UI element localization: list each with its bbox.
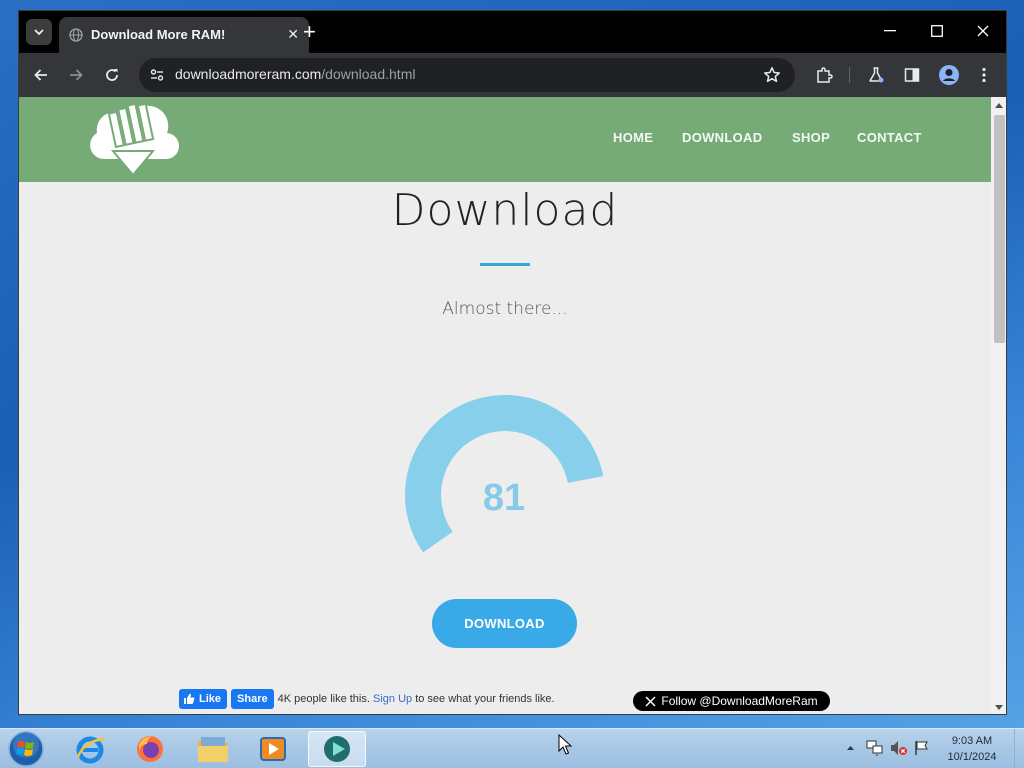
network-icon[interactable]	[866, 740, 884, 756]
globe-icon	[69, 28, 83, 42]
arrow-right-icon	[70, 69, 83, 81]
tab-strip: Download More RAM! ✕ +	[19, 11, 1006, 53]
taskbar: 9:03 AM 10/1/2024	[0, 728, 1024, 768]
facebook-signup-link[interactable]: Sign Up	[373, 693, 412, 705]
x-follow-button[interactable]: Follow @DownloadMoreRam	[633, 691, 830, 711]
profile-button[interactable]	[937, 63, 961, 87]
status-subtitle: Almost there...	[442, 299, 568, 319]
site-header: HOME DOWNLOAD SHOP CONTACT	[19, 97, 991, 182]
facebook-like-button[interactable]: Like	[179, 689, 228, 709]
page-title: Download	[391, 185, 619, 236]
new-tab-button[interactable]: +	[303, 19, 316, 45]
tab-search-button[interactable]	[26, 19, 52, 45]
taskbar-media-player[interactable]	[246, 731, 300, 767]
close-icon	[977, 25, 989, 37]
facebook-like-bar: Like Share 4K people like this. Sign Up …	[179, 689, 555, 709]
facebook-like-text: 4K people like this. Sign Up to see what…	[278, 693, 555, 705]
nav-contact[interactable]: CONTACT	[857, 130, 922, 145]
start-button[interactable]	[6, 730, 46, 768]
reload-icon	[106, 69, 118, 81]
site-info-icon[interactable]	[149, 67, 165, 83]
extensions-button[interactable]	[814, 65, 834, 85]
minimize-icon	[884, 30, 896, 32]
scroll-thumb[interactable]	[994, 115, 1005, 343]
address-bar[interactable]: downloadmoreram.com/download.html	[139, 58, 795, 92]
bookmark-star-icon[interactable]	[763, 66, 781, 84]
url-path: /download.html	[321, 66, 416, 82]
browser-toolbar: downloadmoreram.com/download.html	[19, 53, 1006, 97]
page-scrollbar[interactable]	[991, 97, 1006, 714]
nav-home[interactable]: HOME	[613, 130, 653, 145]
facebook-share-button[interactable]: Share	[231, 689, 274, 709]
url-text: downloadmoreram.com/download.html	[175, 66, 415, 82]
mouse-cursor-icon	[558, 734, 572, 755]
title-underline	[480, 263, 530, 266]
maximize-icon	[931, 25, 943, 37]
clock-date: 10/1/2024	[947, 751, 997, 763]
nav-download[interactable]: DOWNLOAD	[682, 130, 762, 145]
scroll-up-arrow-icon[interactable]	[995, 103, 1003, 108]
show-desktop-button[interactable]	[1014, 729, 1024, 768]
action-center-flag-icon[interactable]	[914, 740, 930, 756]
back-button[interactable]	[31, 65, 51, 85]
active-app-icon	[324, 736, 350, 762]
taskbar-active-app[interactable]	[308, 731, 366, 767]
download-button[interactable]: DOWNLOAD	[432, 599, 577, 648]
arrow-left-icon	[34, 69, 47, 81]
tray-overflow-arrow-icon[interactable]	[846, 745, 855, 751]
forward-button[interactable]	[66, 65, 86, 85]
media-player-icon	[260, 737, 286, 761]
side-panel-button[interactable]	[902, 65, 922, 85]
browser-window: Download More RAM! ✕ + downloadmoreram.c…	[18, 10, 1007, 715]
url-domain: downloadmoreram.com	[175, 66, 322, 82]
tab-title: Download More RAM!	[91, 27, 226, 42]
toolbar-divider	[849, 67, 850, 83]
thumbs-up-icon	[184, 693, 195, 705]
kebab-menu-icon	[982, 67, 986, 83]
scroll-down-arrow-icon[interactable]	[995, 705, 1003, 710]
taskbar-file-explorer[interactable]	[186, 731, 240, 767]
close-tab-icon[interactable]: ✕	[287, 27, 299, 43]
facebook-like-label: Like	[199, 693, 222, 705]
clock-time: 9:03 AM	[951, 735, 993, 747]
download-more-ram-logo[interactable]	[87, 103, 179, 181]
internet-explorer-icon	[76, 736, 105, 764]
menu-button[interactable]	[974, 65, 994, 85]
close-window-button[interactable]	[973, 21, 993, 41]
maximize-button[interactable]	[927, 21, 947, 41]
firefox-icon	[137, 736, 163, 762]
taskbar-clock[interactable]: 9:03 AM 10/1/2024	[940, 733, 1004, 765]
chevron-down-icon	[34, 29, 44, 35]
taskbar-firefox[interactable]	[123, 731, 177, 767]
side-panel-icon	[904, 68, 920, 82]
file-explorer-icon	[198, 737, 228, 762]
progress-value: 81	[482, 477, 526, 519]
puzzle-icon	[817, 67, 833, 83]
windows-start-orb-icon	[8, 731, 44, 767]
page-viewport: HOME DOWNLOAD SHOP CONTACT Download Almo…	[19, 97, 991, 714]
tab-active[interactable]: Download More RAM! ✕	[59, 17, 309, 53]
facebook-like-suffix: to see what your friends like.	[415, 693, 555, 705]
x-logo-icon	[645, 695, 656, 707]
reload-button[interactable]	[102, 65, 122, 85]
flask-icon	[869, 67, 884, 83]
labs-button[interactable]	[866, 65, 886, 85]
minimize-button[interactable]	[880, 21, 900, 41]
taskbar-internet-explorer[interactable]	[63, 731, 117, 767]
volume-muted-icon[interactable]	[890, 740, 908, 756]
x-follow-label: Follow @DownloadMoreRam	[661, 694, 818, 708]
avatar-icon	[939, 65, 959, 85]
nav-shop[interactable]: SHOP	[792, 130, 830, 145]
facebook-like-count: 4K people like this.	[277, 693, 370, 705]
